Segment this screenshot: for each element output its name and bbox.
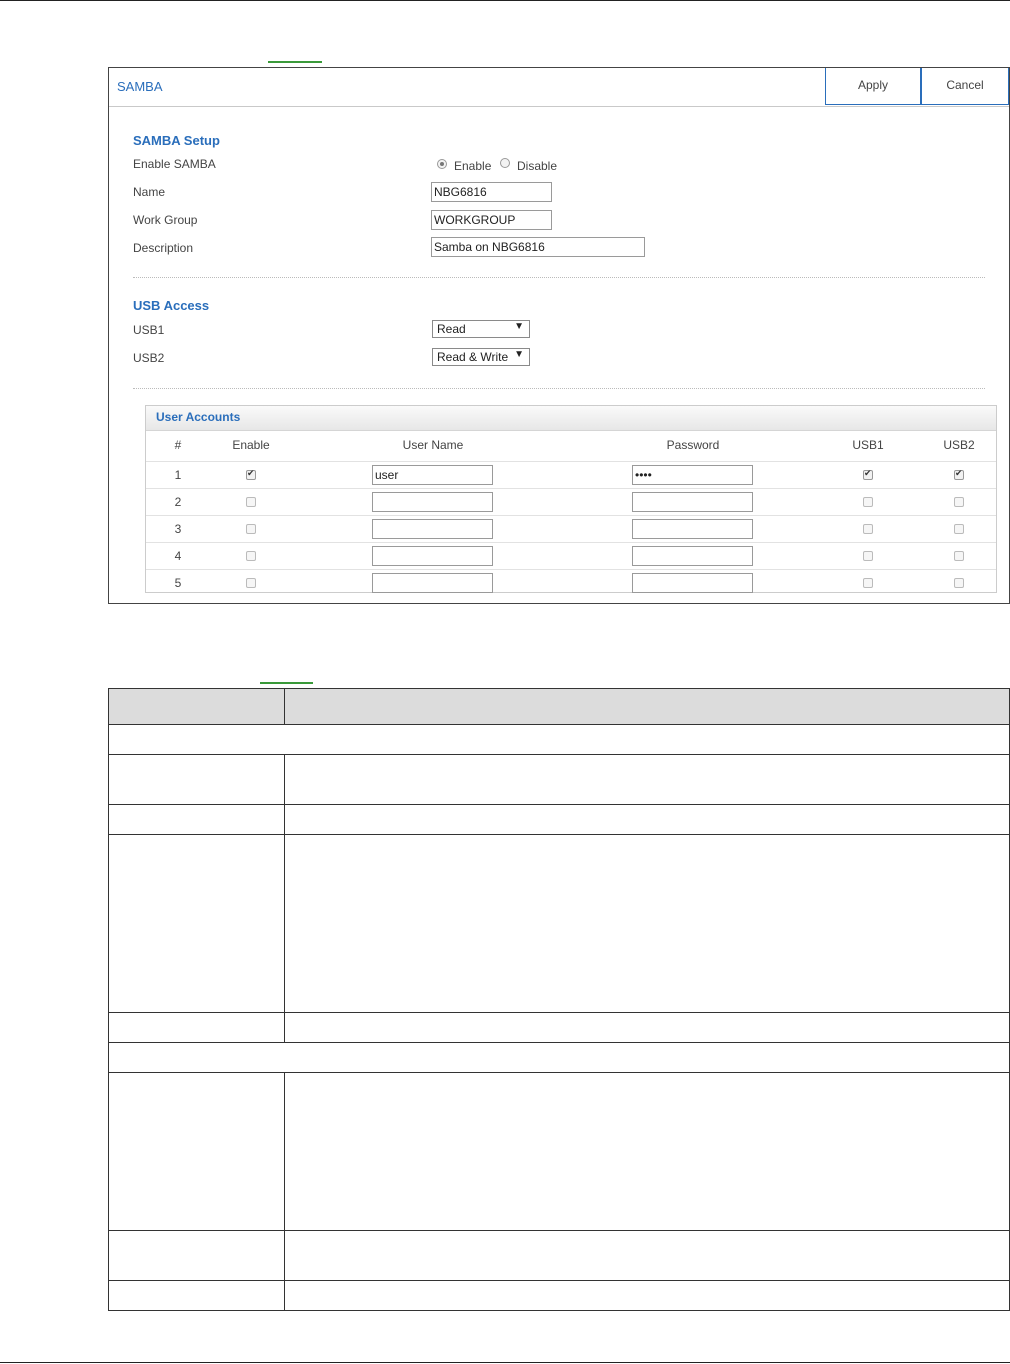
row-divider <box>109 1280 1009 1281</box>
chevron-down-icon: ▼ <box>514 321 524 332</box>
username-input[interactable] <box>372 492 493 512</box>
column-divider <box>284 1230 285 1280</box>
table-row: 2 <box>146 488 996 516</box>
col-header-usb1: USB1 <box>852 438 884 452</box>
name-input[interactable]: NBG6816 <box>431 182 552 202</box>
usb2-checkbox[interactable] <box>954 468 964 480</box>
usb2-checkbox[interactable] <box>954 578 964 588</box>
enable-radio-label: Enable <box>454 159 492 173</box>
col-header-password: Password <box>666 438 720 452</box>
description-table-header <box>109 689 1009 725</box>
usb2-checkbox[interactable] <box>954 524 964 534</box>
workgroup-input[interactable]: WORKGROUP <box>431 210 552 230</box>
usb2-checkbox[interactable] <box>954 497 964 507</box>
figure-link-stub[interactable] <box>268 61 322 63</box>
usb1-checkbox[interactable] <box>863 551 873 561</box>
password-input[interactable] <box>632 546 753 566</box>
table-row: 1 user •••• <box>146 461 996 489</box>
table-row: 3 <box>146 515 996 543</box>
usb1-checkbox[interactable] <box>863 497 873 507</box>
user-accounts-table: User Accounts # Enable User Name Passwor… <box>145 405 997 593</box>
disable-radio[interactable] <box>500 158 510 168</box>
column-divider <box>284 689 285 724</box>
row-divider <box>109 1230 1009 1231</box>
row-divider <box>109 754 1009 755</box>
table-row: 5 <box>146 569 996 597</box>
user-accounts-header: User Accounts <box>146 406 996 431</box>
panel-header: SAMBA Apply Cancel <box>109 68 1009 107</box>
enable-checkbox[interactable] <box>246 468 256 480</box>
description-table <box>108 688 1010 1311</box>
row-divider <box>109 1042 1009 1043</box>
usb2-checkbox[interactable] <box>954 551 964 561</box>
name-label: Name <box>133 185 166 199</box>
divider <box>133 388 985 389</box>
password-input[interactable] <box>632 492 753 512</box>
enable-checkbox[interactable] <box>246 578 256 588</box>
bottom-rule <box>0 1362 1010 1363</box>
row-number: 2 <box>174 495 182 509</box>
samba-setup-title: SAMBA Setup <box>133 133 220 148</box>
chevron-down-icon: ▼ <box>514 349 524 360</box>
cancel-button[interactable]: Cancel <box>921 68 1009 105</box>
username-input[interactable]: user <box>372 465 493 485</box>
column-divider <box>284 1280 285 1310</box>
column-divider <box>284 754 285 804</box>
col-header-num: # <box>174 438 182 452</box>
usb2-select[interactable]: Read & Write ▼ <box>432 348 530 366</box>
password-input[interactable] <box>632 519 753 539</box>
usb1-select[interactable]: Read ▼ <box>432 320 530 338</box>
panel-title: SAMBA <box>117 79 163 94</box>
usb1-select-value: Read <box>437 322 466 336</box>
row-divider <box>109 834 1009 835</box>
table-link-stub[interactable] <box>260 682 313 684</box>
usb2-label: USB2 <box>133 351 165 365</box>
enable-checkbox[interactable] <box>246 551 256 561</box>
row-divider <box>109 804 1009 805</box>
apply-button[interactable]: Apply <box>825 68 921 105</box>
username-input[interactable] <box>372 573 493 593</box>
row-divider <box>109 1072 1009 1073</box>
col-header-usb2: USB2 <box>943 438 975 452</box>
top-rule <box>0 0 1010 1</box>
col-header-username: User Name <box>402 438 464 452</box>
user-accounts-title: User Accounts <box>156 410 241 424</box>
column-divider <box>284 1012 285 1042</box>
workgroup-label: Work Group <box>133 213 198 227</box>
username-input[interactable] <box>372 546 493 566</box>
enable-checkbox[interactable] <box>246 497 256 507</box>
enable-samba-label: Enable SAMBA <box>133 157 216 171</box>
password-input[interactable] <box>632 573 753 593</box>
username-input[interactable] <box>372 519 493 539</box>
column-divider <box>284 1072 285 1230</box>
usb2-select-value: Read & Write <box>437 350 509 364</box>
usb1-checkbox[interactable] <box>863 468 873 480</box>
samba-panel: SAMBA Apply Cancel SAMBA Setup Enable SA… <box>108 67 1010 604</box>
usb1-checkbox[interactable] <box>863 524 873 534</box>
usb-access-title: USB Access <box>133 298 210 313</box>
description-label: Description <box>133 241 194 255</box>
enable-radio[interactable] <box>437 159 447 169</box>
divider <box>133 277 985 278</box>
usb1-label: USB1 <box>133 323 165 337</box>
column-divider <box>284 834 285 1012</box>
row-number: 3 <box>174 522 182 536</box>
enable-checkbox[interactable] <box>246 524 256 534</box>
password-input[interactable]: •••• <box>632 465 753 485</box>
row-number: 1 <box>174 468 182 482</box>
disable-radio-label: Disable <box>517 159 558 173</box>
row-number: 5 <box>174 576 182 590</box>
usb1-checkbox[interactable] <box>863 578 873 588</box>
row-number: 4 <box>174 549 182 563</box>
description-input[interactable]: Samba on NBG6816 <box>431 237 645 257</box>
column-divider <box>284 804 285 834</box>
col-header-enable: Enable <box>232 438 270 452</box>
row-divider <box>109 1012 1009 1013</box>
table-row: 4 <box>146 542 996 570</box>
